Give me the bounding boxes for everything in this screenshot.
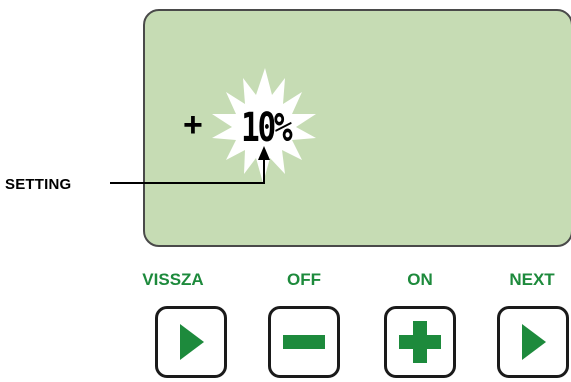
- setting-value: 10%: [241, 105, 293, 151]
- play-right-icon: [180, 324, 204, 360]
- minus-icon: [283, 335, 325, 349]
- next-button-label: NEXT: [509, 270, 555, 289]
- setting-callout-line: [110, 158, 265, 184]
- next-button[interactable]: [497, 306, 569, 378]
- on-button-label: ON: [407, 270, 433, 289]
- on-button[interactable]: [384, 306, 456, 378]
- sign-indicator: +: [183, 106, 203, 144]
- off-button-label: OFF: [287, 270, 321, 289]
- setting-callout-label: SETTING: [5, 176, 72, 193]
- plus-icon: [399, 321, 441, 363]
- vissza-button-label: VISSZA: [142, 270, 204, 289]
- vissza-button[interactable]: [155, 306, 227, 378]
- play-right-icon: [522, 324, 546, 360]
- off-button[interactable]: [268, 306, 340, 378]
